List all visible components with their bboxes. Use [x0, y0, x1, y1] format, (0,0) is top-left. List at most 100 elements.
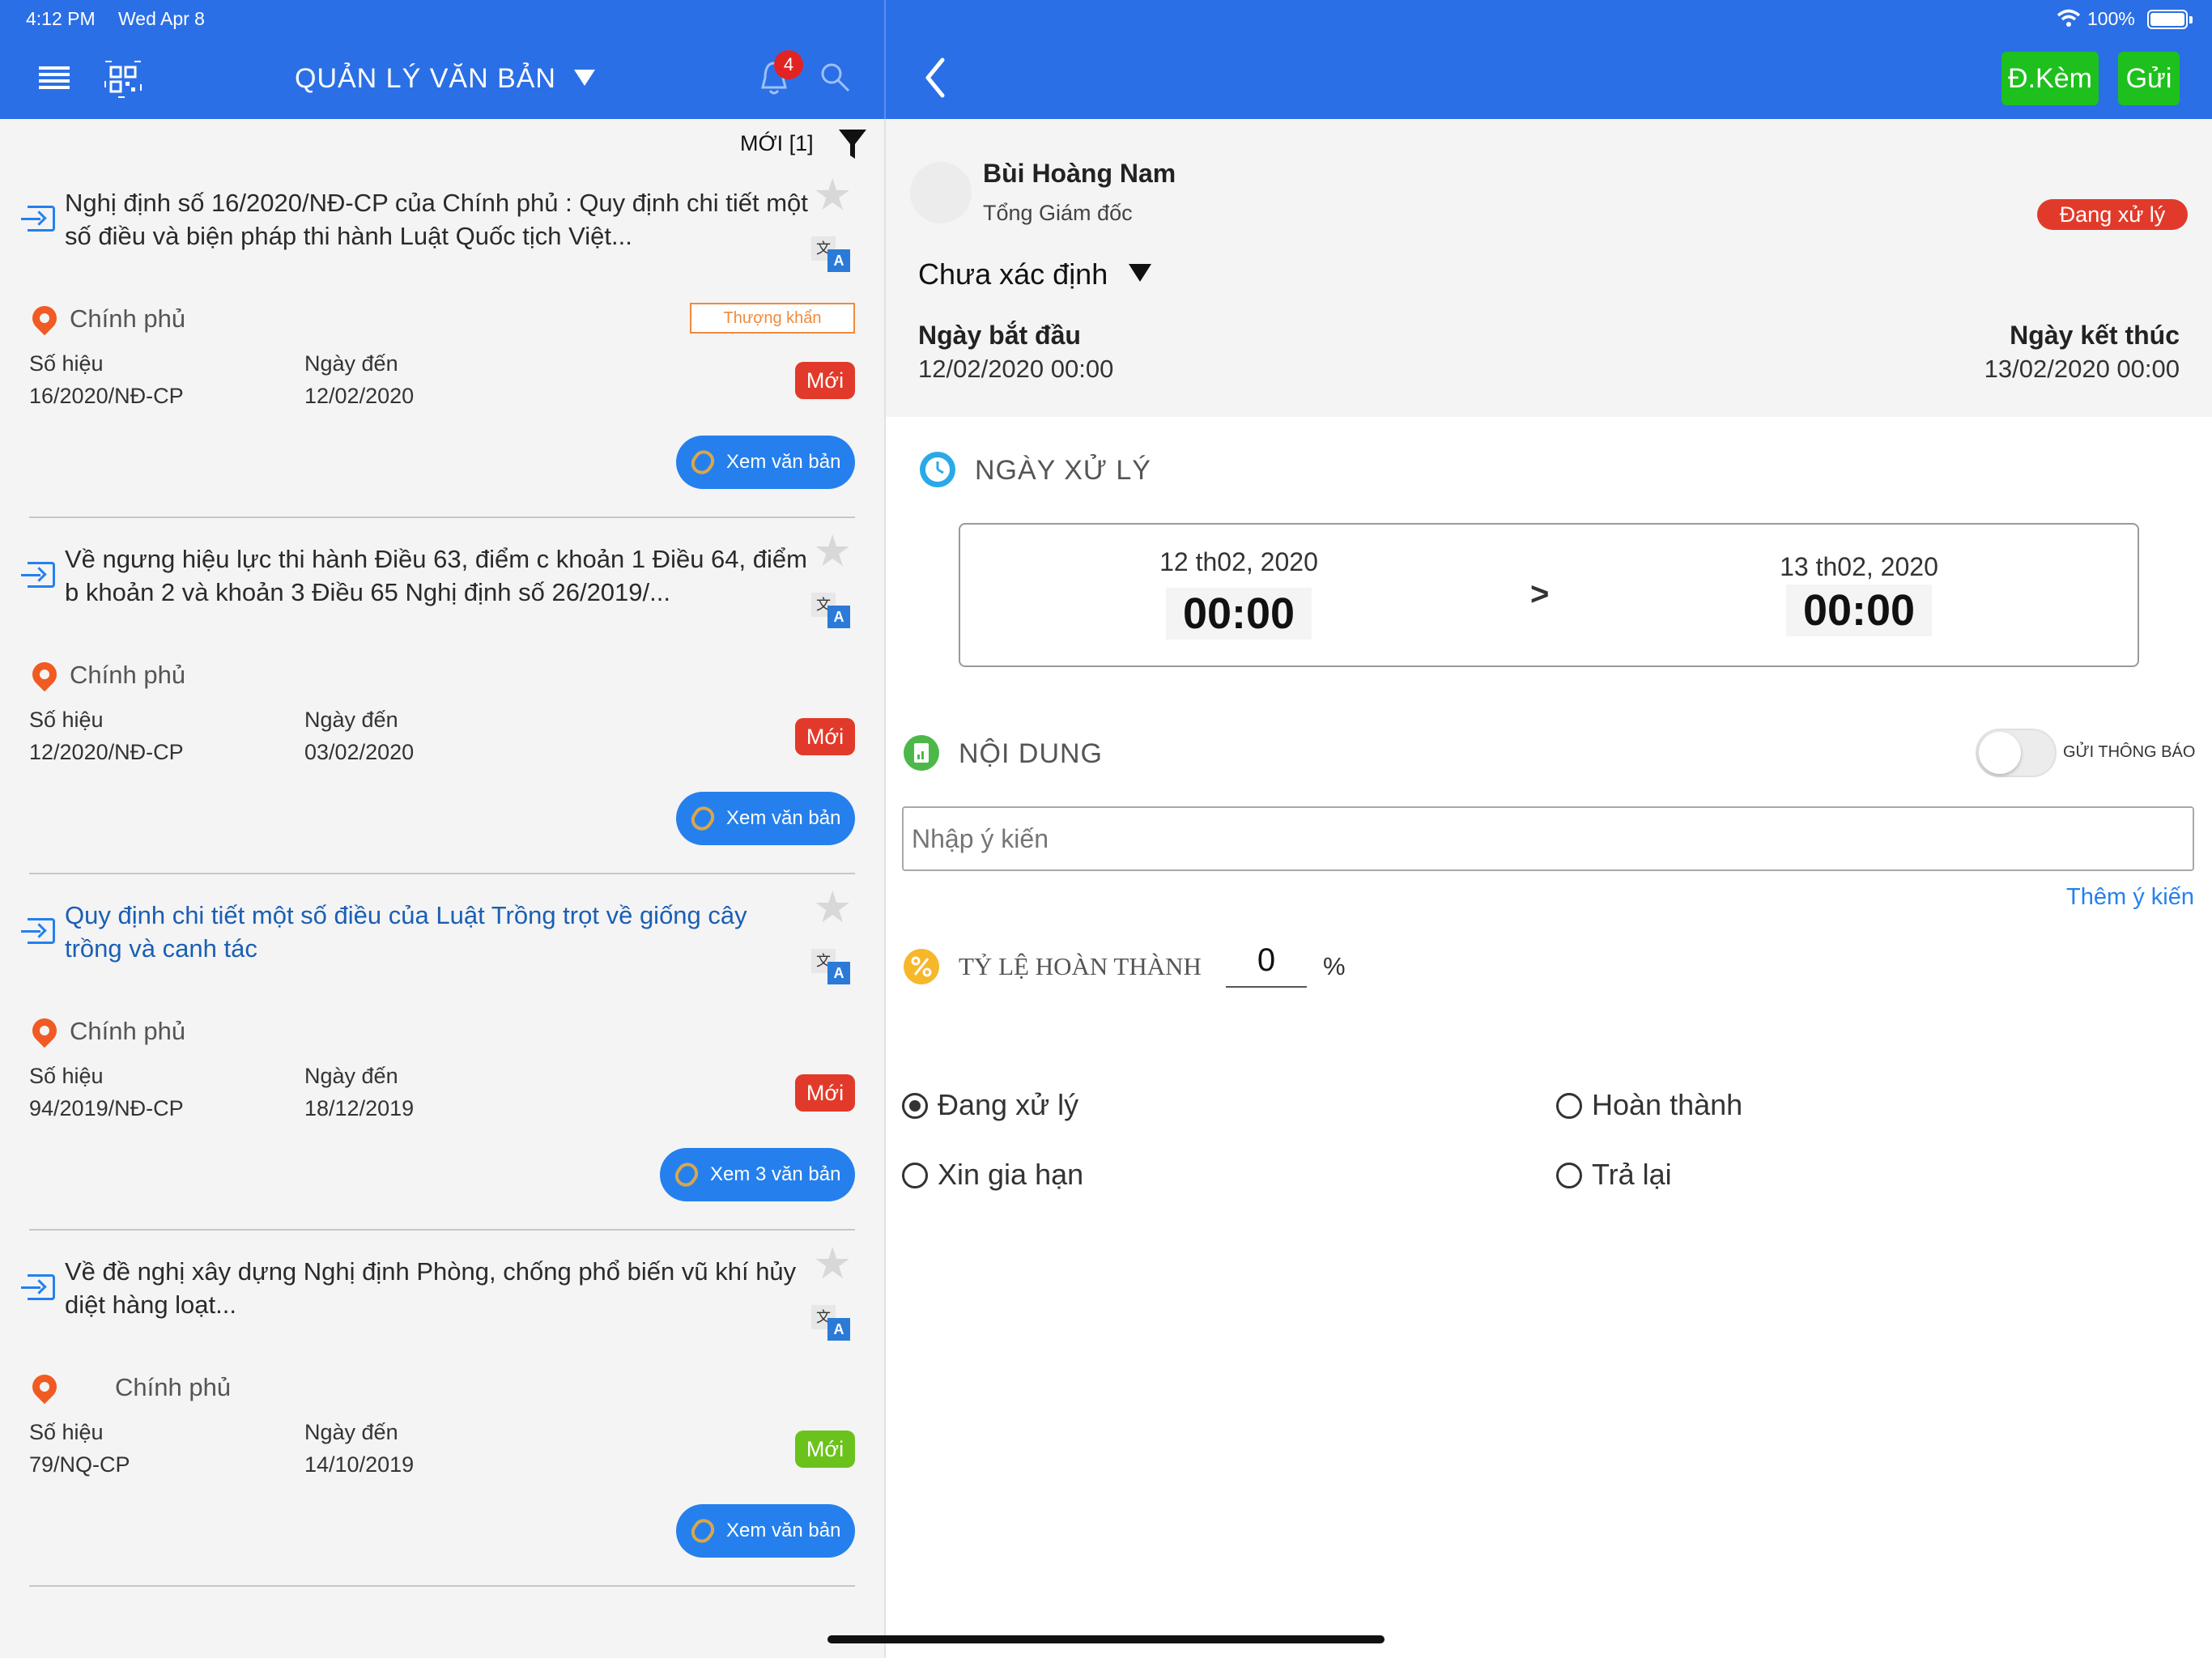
battery-tip	[2189, 16, 2193, 23]
document-title[interactable]: Nghị định số 16/2020/NĐ-CP của Chính phủ…	[65, 186, 810, 253]
document-title[interactable]: Về ngưng hiệu lực thi hành Điều 63, điểm…	[65, 542, 810, 609]
status-option-label[interactable]: Xin gia hạn	[938, 1158, 1083, 1192]
so-hieu-value: 94/2019/NĐ-CP	[29, 1096, 184, 1120]
date-range-arrow: >	[1530, 576, 1550, 612]
translate-icon[interactable]: 文A	[811, 236, 852, 275]
status-date: Wed Apr 8	[118, 8, 205, 29]
paperclip-icon	[687, 446, 719, 478]
list-separator	[29, 517, 855, 518]
star-icon[interactable]: ★	[813, 1242, 852, 1286]
ngay-den-label: Ngày đến	[304, 1064, 398, 1088]
header-bar	[0, 0, 2212, 119]
agency-label: Chính phủ	[115, 1373, 232, 1401]
translate-icon[interactable]: 文A	[811, 949, 852, 988]
category-dropdown[interactable]: Chưa xác định	[918, 257, 1152, 291]
star-icon[interactable]: ★	[813, 529, 852, 573]
from-time[interactable]: 00:00	[1166, 588, 1312, 640]
incoming-doc-icon	[21, 206, 55, 232]
app-title-dropdown[interactable]: QUẢN LÝ VĂN BẢN	[295, 63, 595, 95]
assignee-status-badge: Đang xử lý	[2037, 199, 2188, 230]
home-indicator	[827, 1635, 1385, 1643]
paperclip-icon	[670, 1158, 703, 1191]
ngay-den-label: Ngày đến	[304, 1420, 398, 1444]
notification-badge: 4	[774, 50, 803, 79]
start-date-value: 12/02/2020 00:00	[918, 355, 1114, 383]
list-separator	[29, 873, 855, 874]
view-document-label: Xem văn bản	[726, 1520, 841, 1541]
incoming-doc-icon	[21, 562, 55, 588]
start-date-label: Ngày bắt đầu	[918, 321, 1081, 350]
avatar	[910, 162, 972, 223]
agency-label: Chính phủ	[70, 661, 186, 689]
status-radio-processing[interactable]	[902, 1093, 928, 1119]
star-icon[interactable]: ★	[813, 173, 852, 217]
view-document-label: Xem văn bản	[726, 451, 841, 473]
ngay-den-label: Ngày đến	[304, 708, 398, 732]
translate-icon[interactable]: 文A	[811, 593, 852, 631]
dropdown-arrow-icon	[1129, 264, 1152, 283]
battery-icon	[2147, 10, 2188, 29]
back-arrow-icon[interactable]	[923, 57, 947, 99]
so-hieu-label: Số hiệu	[29, 1420, 104, 1444]
view-documents-button[interactable]: Xem 3 văn bản	[660, 1148, 855, 1201]
to-date[interactable]: 13 th02, 2020	[1705, 552, 2013, 582]
document-title[interactable]: Về đề nghị xây dựng Nghị định Phòng, chố…	[65, 1255, 810, 1321]
dropdown-arrow-icon	[573, 70, 595, 87]
status-badge: Mới	[795, 1431, 855, 1468]
send-button[interactable]: Gửi	[2118, 52, 2180, 105]
paperclip-icon	[687, 802, 719, 835]
status-radio-extension[interactable]	[902, 1163, 928, 1188]
view-document-button[interactable]: Xem văn bản	[676, 792, 855, 845]
assignee-name: Bùi Hoàng Nam	[983, 159, 1176, 188]
notify-toggle[interactable]	[1976, 729, 2057, 777]
search-icon[interactable]	[819, 62, 852, 94]
filter-icon[interactable]	[837, 128, 868, 162]
from-date[interactable]: 12 th02, 2020	[1085, 547, 1393, 577]
incoming-doc-icon	[21, 1274, 55, 1300]
status-radio-completed[interactable]	[1556, 1093, 1582, 1119]
ngay-den-value: 14/10/2019	[304, 1452, 415, 1477]
clock-icon	[920, 452, 955, 487]
filter-label: MỚI [1]	[740, 131, 814, 155]
category-value: Chưa xác định	[918, 257, 1108, 291]
view-document-label: Xem 3 văn bản	[710, 1163, 841, 1185]
translate-icon[interactable]: 文A	[811, 1305, 852, 1344]
status-badge: Mới	[795, 362, 855, 399]
agency-label: Chính phủ	[70, 1017, 186, 1045]
ngay-den-value: 03/02/2020	[304, 740, 415, 764]
status-badge: Mới	[795, 1074, 855, 1112]
content-section-title: NỘI DUNG	[959, 738, 1103, 769]
so-hieu-value: 16/2020/NĐ-CP	[29, 384, 184, 408]
status-radio-return[interactable]	[1556, 1163, 1582, 1188]
agency-label: Chính phủ	[70, 304, 186, 333]
percent-icon	[904, 949, 939, 984]
comment-input[interactable]	[902, 806, 2194, 871]
add-comment-link[interactable]: Thêm ý kiến	[2066, 884, 2194, 911]
ngay-den-label: Ngày đến	[304, 351, 398, 376]
completion-unit: %	[1323, 952, 1346, 980]
completion-input[interactable]: 0	[1226, 942, 1307, 988]
view-document-button[interactable]: Xem văn bản	[676, 436, 855, 489]
view-document-label: Xem văn bản	[726, 807, 841, 829]
document-title[interactable]: Quy định chi tiết một số điều của Luật T…	[65, 899, 810, 965]
priority-badge: Thượng khẩn	[690, 303, 855, 334]
star-icon[interactable]: ★	[813, 886, 852, 929]
processing-section-title: NGÀY XỬ LÝ	[975, 455, 1151, 486]
status-option-label[interactable]: Trả lại	[1592, 1158, 1672, 1192]
view-document-button[interactable]: Xem văn bản	[676, 1504, 855, 1558]
so-hieu-label: Số hiệu	[29, 351, 104, 376]
qr-code-icon[interactable]	[104, 60, 143, 99]
assignee-role: Tổng Giám đốc	[983, 201, 1133, 225]
status-option-label[interactable]: Hoàn thành	[1592, 1088, 1742, 1122]
notify-toggle-label: GỬI THÔNG BÁO	[2063, 743, 2196, 761]
so-hieu-value: 79/NQ-CP	[29, 1452, 130, 1477]
status-time: 4:12 PM	[26, 8, 96, 29]
header-divider	[884, 0, 886, 119]
status-option-label[interactable]: Đang xử lý	[938, 1088, 1078, 1122]
attachment-button[interactable]: Đ.Kèm	[2001, 52, 2099, 105]
end-date-value: 13/02/2020 00:00	[1984, 355, 2180, 383]
wifi-icon	[2057, 9, 2081, 27]
completion-label: TỶ LỆ HOÀN THÀNH	[959, 952, 1202, 980]
menu-icon[interactable]	[39, 66, 70, 91]
to-time[interactable]: 00:00	[1786, 585, 1932, 636]
